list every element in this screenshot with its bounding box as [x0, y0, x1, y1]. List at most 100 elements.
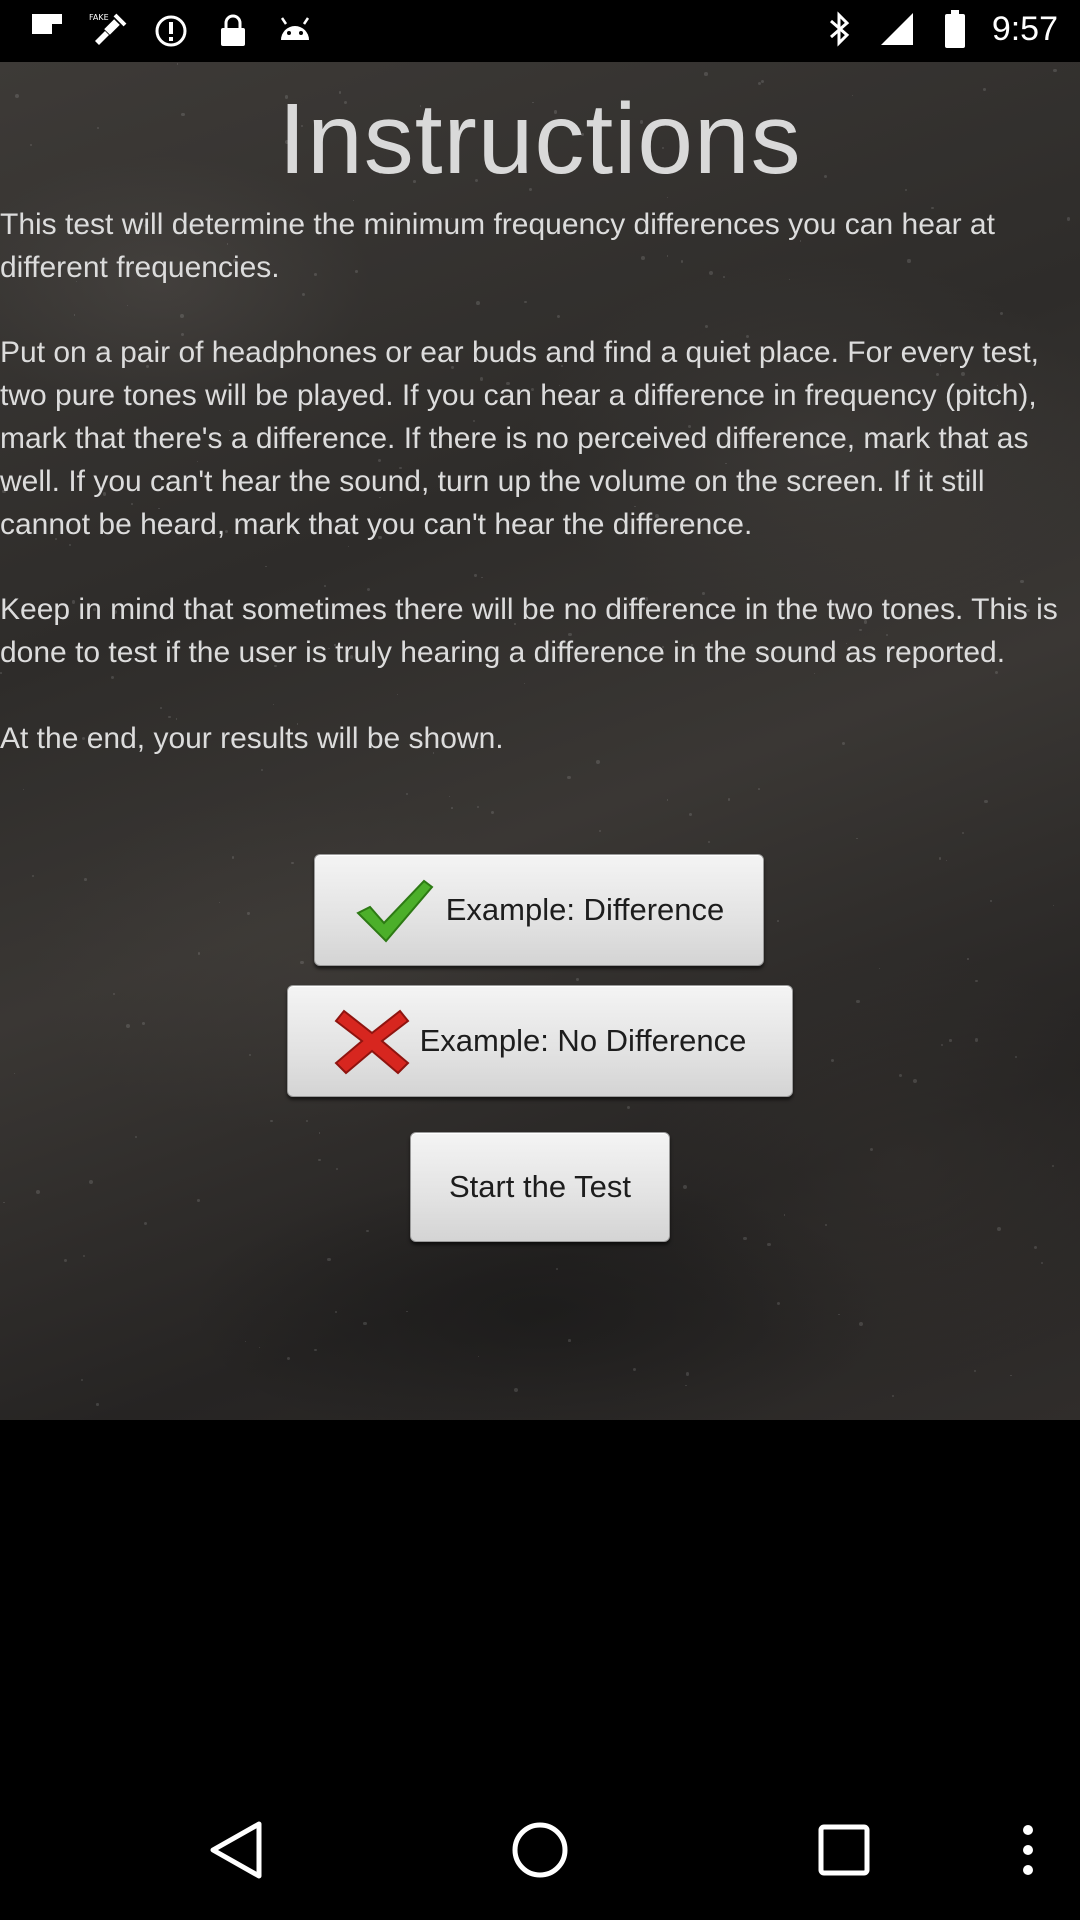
- texture-speck: [975, 979, 978, 983]
- clock: 9:57: [991, 9, 1058, 48]
- texture-speck: [490, 811, 495, 815]
- instruction-paragraph: Put on a pair of headphones or ear buds …: [0, 336, 1039, 541]
- texture-speck: [1033, 1245, 1037, 1249]
- texture-speck: [270, 1119, 273, 1123]
- instruction-paragraph: At the end, your results will be shown.: [0, 721, 504, 755]
- texture-speck: [141, 1021, 145, 1025]
- texture-speck: [335, 1311, 337, 1313]
- texture-speck: [727, 798, 731, 801]
- texture-speck: [326, 1257, 331, 1262]
- texture-speck: [997, 1226, 1002, 1231]
- texture-speck: [856, 837, 858, 840]
- status-bar: FAKE 9:57: [0, 0, 1080, 62]
- texture-speck: [567, 775, 571, 780]
- texture-speck: [31, 874, 34, 877]
- texture-speck: [898, 1073, 902, 1077]
- battery-icon: [934, 8, 976, 50]
- texture-speck: [514, 1388, 519, 1392]
- texture-speck: [258, 1346, 261, 1349]
- texture-speck: [743, 1236, 748, 1241]
- flipboard-icon: [26, 10, 68, 52]
- texture-speck: [3, 1201, 5, 1204]
- recents-icon[interactable]: [804, 1810, 884, 1890]
- texture-speck: [219, 901, 221, 903]
- texture-speck: [830, 1059, 834, 1063]
- example-no-difference-label: Example: No Difference: [419, 1023, 747, 1058]
- texture-speck: [576, 978, 579, 981]
- alert-icon: [150, 10, 192, 52]
- texture-speck: [708, 841, 711, 844]
- texture-speck: [975, 1038, 979, 1042]
- texture-speck: [405, 793, 409, 796]
- texture-speck: [940, 1044, 943, 1047]
- texture-speck: [1051, 1164, 1054, 1167]
- texture-speck: [767, 1242, 771, 1247]
- cross-icon: [334, 1005, 410, 1077]
- texture-speck: [365, 1229, 369, 1233]
- texture-speck: [990, 900, 992, 902]
- start-test-button[interactable]: Start the Test: [410, 1132, 670, 1242]
- texture-speck: [22, 789, 24, 791]
- texture-speck: [83, 1254, 86, 1258]
- back-icon[interactable]: [196, 1810, 276, 1890]
- texture-speck: [197, 952, 201, 955]
- texture-speck: [143, 1221, 147, 1225]
- texture-speck: [627, 1105, 631, 1110]
- texture-speck: [81, 1379, 84, 1382]
- example-difference-button[interactable]: Example: Difference: [314, 854, 764, 966]
- texture-speck: [859, 1321, 864, 1326]
- texture-speck: [891, 1394, 894, 1397]
- texture-speck: [13, 1072, 16, 1075]
- example-difference-label: Example: Difference: [445, 892, 725, 927]
- texture-speck: [306, 1119, 309, 1123]
- texture-speck: [685, 1384, 687, 1387]
- example-no-difference-button[interactable]: Example: No Difference: [287, 985, 793, 1097]
- texture-speck: [353, 200, 355, 202]
- start-test-label: Start the Test: [448, 1169, 632, 1204]
- texture-speck: [1066, 217, 1070, 221]
- screen: FAKE 9:57 Instructions This test will de…: [0, 0, 1080, 1920]
- texture-speck: [317, 1158, 321, 1162]
- texture-speck: [89, 1180, 94, 1185]
- texture-speck: [685, 1371, 690, 1376]
- texture-speck: [962, 831, 965, 834]
- texture-speck: [824, 1224, 827, 1227]
- texture-speck: [683, 1185, 688, 1190]
- texture-speck: [36, 1189, 41, 1194]
- bluetooth-icon: [818, 8, 860, 50]
- texture-speck: [869, 1147, 874, 1152]
- texture-speck: [244, 1341, 246, 1343]
- texture-speck: [598, 829, 601, 832]
- lock-icon: [212, 10, 254, 52]
- texture-speck: [945, 860, 947, 862]
- texture-speck: [555, 1268, 559, 1271]
- texture-speck: [938, 857, 941, 860]
- texture-speck: [1010, 1375, 1012, 1377]
- texture-speck: [838, 1314, 840, 1316]
- texture-speck: [126, 1024, 130, 1028]
- texture-speck: [704, 72, 708, 77]
- texture-speck: [973, 1369, 977, 1373]
- texture-speck: [247, 912, 250, 915]
- texture-speck: [633, 1368, 637, 1372]
- instruction-paragraph: This test will determine the minimum fre…: [0, 208, 995, 284]
- texture-speck: [291, 862, 294, 865]
- texture-speck: [363, 1321, 367, 1325]
- texture-speck: [300, 961, 304, 965]
- menu-icon[interactable]: [988, 1810, 1068, 1890]
- texture-speck: [758, 787, 760, 790]
- texture-speck: [231, 856, 235, 859]
- texture-speck: [666, 799, 669, 802]
- texture-speck: [967, 958, 969, 960]
- home-icon[interactable]: [500, 1810, 580, 1890]
- texture-speck: [1040, 1261, 1043, 1264]
- instructions-text: This test will determine the minimum fre…: [0, 204, 1065, 760]
- texture-speck: [1014, 1055, 1018, 1058]
- signal-icon: [876, 8, 918, 50]
- texture-speck: [596, 759, 600, 764]
- texture-speck: [64, 1258, 68, 1262]
- fake-gps-icon: FAKE: [88, 10, 130, 52]
- svg-text:FAKE: FAKE: [89, 13, 109, 22]
- texture-speck: [984, 800, 988, 804]
- texture-speck: [949, 1039, 952, 1042]
